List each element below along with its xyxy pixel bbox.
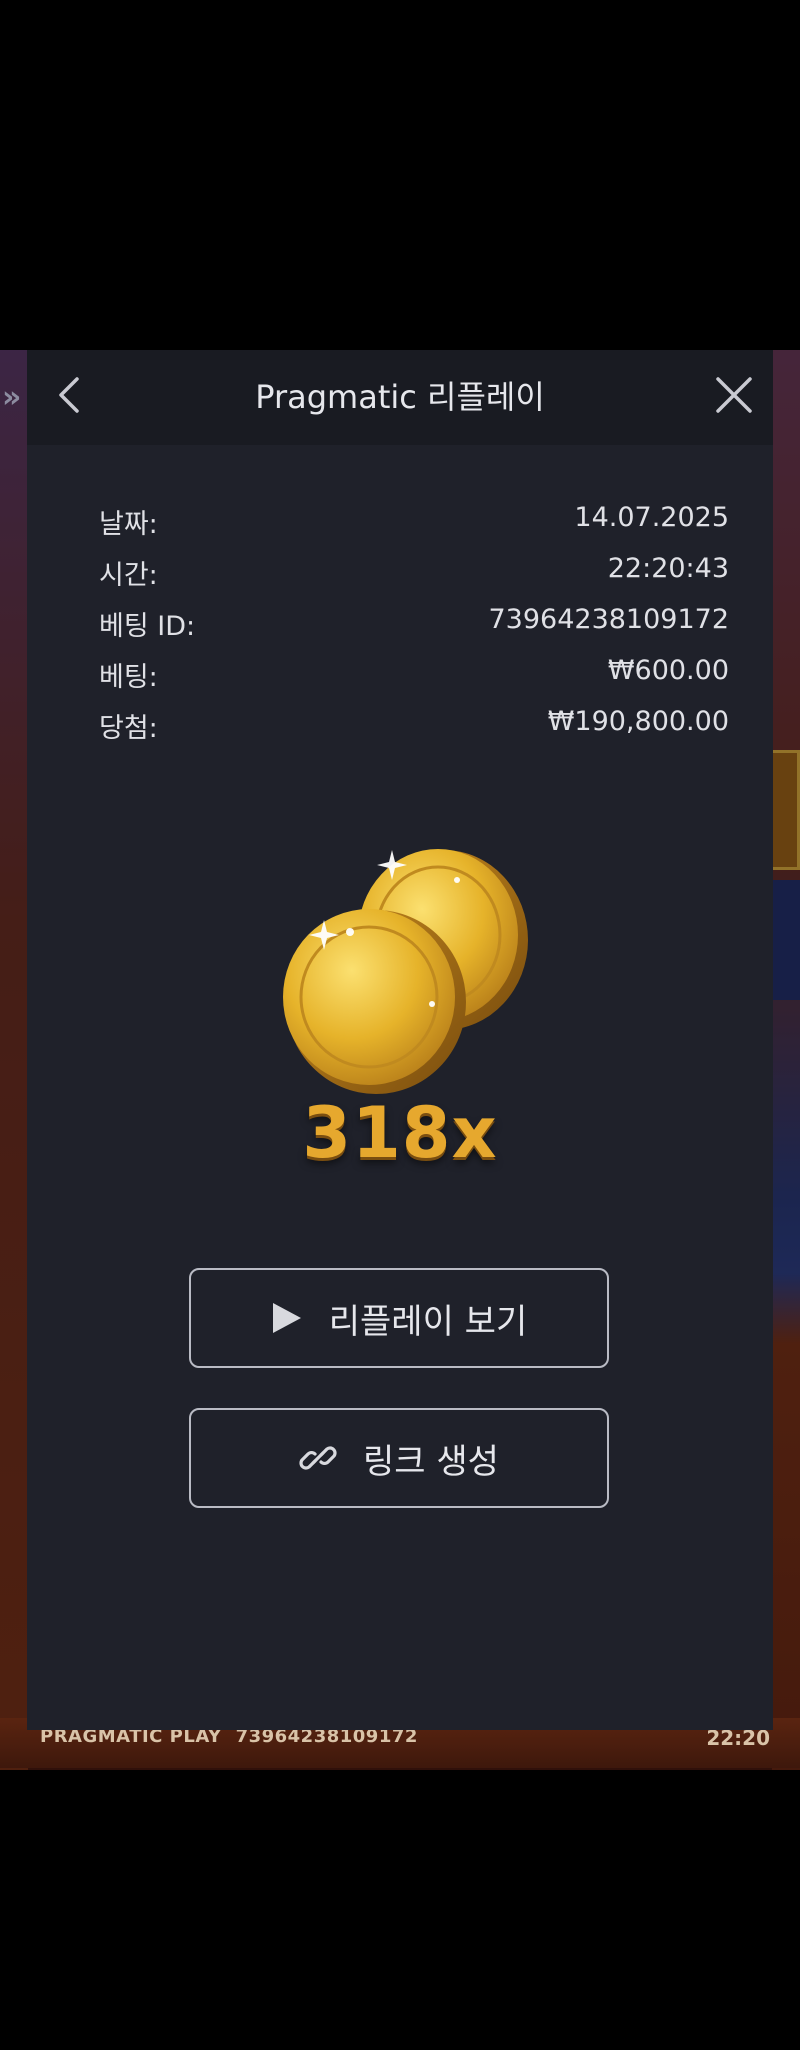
play-icon [271, 1301, 303, 1335]
watch-replay-label: 리플레이 보기 [328, 1301, 528, 1342]
detail-value: 22:20:43 [607, 553, 729, 584]
watch-replay-button[interactable]: 리플레이 보기 [189, 1268, 609, 1368]
gold-coins-icon [283, 849, 528, 1094]
modal-title: Pragmatic 리플레이 [255, 378, 545, 416]
back-button[interactable] [45, 370, 95, 420]
close-icon [716, 377, 752, 413]
detail-label: 날짜: [99, 509, 158, 540]
detail-label: 베팅: [99, 662, 158, 693]
detail-label: 베팅 ID: [99, 611, 196, 642]
detail-value: 73964238109172 [488, 604, 730, 635]
detail-label: 시간: [99, 560, 158, 591]
bet-details: 날짜: 14.07.2025 시간: 22:20:43 베팅 ID: 73964… [99, 502, 729, 757]
link-icon [299, 1439, 337, 1477]
detail-value: ₩190,800.00 [547, 706, 729, 737]
detail-row-date: 날짜: 14.07.2025 [99, 502, 729, 553]
create-link-button[interactable]: 링크 생성 [189, 1408, 609, 1508]
detail-label: 당첨: [99, 713, 158, 744]
close-button[interactable] [709, 370, 759, 420]
win-multiplier: 318x [302, 1092, 498, 1174]
detail-value: ₩600.00 [607, 655, 729, 686]
detail-row-time: 시간: 22:20:43 [99, 553, 729, 604]
detail-row-bet-amount: 베팅: ₩600.00 [99, 655, 729, 706]
create-link-label: 링크 생성 [363, 1441, 499, 1482]
replay-modal: Pragmatic 리플레이 날짜: 14.07.2025 시간: 22:20:… [27, 350, 773, 1730]
screen: » PRAGMATIC PLAY 73964238109172 22:20 Pra… [0, 0, 800, 2050]
double-chevron-icon: » [2, 380, 22, 415]
chevron-left-icon [59, 377, 79, 413]
modal-header: Pragmatic 리플레이 [27, 350, 773, 445]
detail-value: 14.07.2025 [574, 502, 729, 533]
detail-row-bet-id: 베팅 ID: 73964238109172 [99, 604, 729, 655]
detail-row-win-amount: 당첨: ₩190,800.00 [99, 706, 729, 757]
